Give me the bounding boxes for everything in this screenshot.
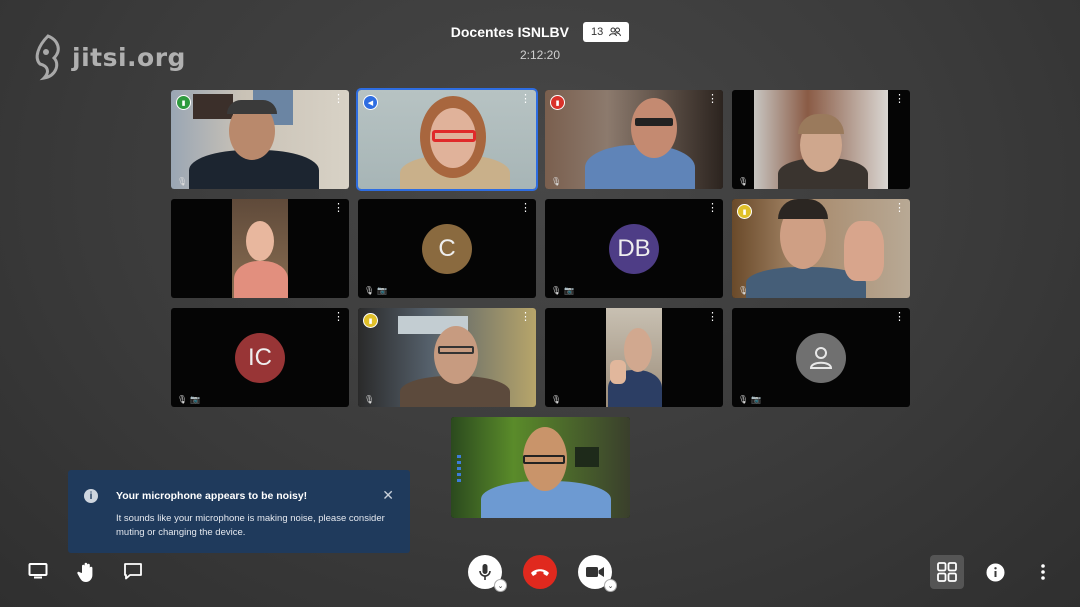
tile-menu-icon[interactable]: ⋮ — [333, 312, 344, 323]
notification-title: Your microphone appears to be noisy! — [116, 490, 308, 502]
participant-avatar: IC — [235, 332, 285, 383]
participant-tile[interactable]: ⋮ 🎙 📷 — [732, 308, 910, 407]
mic-muted-icon: 🎙 — [551, 395, 562, 404]
participant-tile[interactable]: ▮ ⋮ 🎙 — [358, 308, 536, 407]
tile-menu-icon[interactable]: ⋮ — [894, 94, 905, 105]
local-video-tile[interactable] — [451, 417, 630, 518]
mic-muted-icon: 🎙 — [551, 177, 562, 186]
participant-tile-active-speaker[interactable]: ◀ ⋮ — [356, 88, 538, 191]
camera-off-icon: 📷 — [377, 286, 388, 295]
participant-tile[interactable]: DB ⋮ 🎙 📷 — [545, 199, 723, 298]
meeting-timer: 2:12:20 — [519, 48, 561, 62]
participant-count-badge[interactable]: 13 — [583, 22, 630, 42]
screen-share-button[interactable] — [27, 560, 49, 582]
tile-menu-icon[interactable]: ⋮ — [707, 203, 718, 214]
participant-avatar: C — [422, 223, 472, 274]
participant-tile[interactable]: ▮ ⋮ 🎙 — [171, 90, 349, 189]
chevron-down-icon[interactable]: ⌄ — [494, 579, 507, 592]
more-options-icon — [1041, 564, 1045, 580]
info-icon: i — [84, 489, 98, 503]
participant-video — [358, 308, 536, 407]
mic-muted-icon: 🎙 — [738, 395, 749, 404]
raise-hand-icon — [77, 562, 93, 582]
info-icon — [986, 563, 1004, 581]
camera-off-icon: 📷 — [564, 286, 575, 295]
mic-muted-icon: 🎙 — [738, 177, 749, 186]
chevron-down-icon[interactable]: ⌄ — [604, 579, 617, 592]
notification-message: It sounds like your microphone is making… — [116, 513, 385, 538]
participant-video — [754, 90, 888, 189]
tile-menu-icon[interactable]: ⋮ — [707, 94, 718, 105]
camera-button[interactable]: ⌄ — [578, 555, 617, 592]
mic-muted-icon: 🎙 — [177, 177, 188, 186]
tile-menu-icon[interactable]: ⋮ — [520, 312, 531, 323]
participant-tile[interactable]: ⋮ — [171, 199, 349, 298]
chat-button[interactable] — [122, 560, 144, 582]
participant-video — [171, 90, 349, 189]
tile-view-icon — [937, 562, 957, 582]
participant-tile[interactable]: ⋮ 🎙 — [732, 90, 910, 189]
camera-off-icon: 📷 — [751, 395, 762, 404]
participant-video — [545, 90, 723, 189]
mic-muted-icon: 🎙 — [738, 286, 749, 295]
tile-menu-icon[interactable]: ⋮ — [333, 94, 344, 105]
participant-video — [732, 199, 910, 298]
microphone-icon — [479, 564, 491, 580]
participant-count: 13 — [591, 26, 604, 38]
tile-menu-icon[interactable]: ⋮ — [707, 312, 718, 323]
participants-icon — [609, 27, 622, 37]
participant-tile[interactable]: C ⋮ 🎙 📷 — [358, 199, 536, 298]
mic-muted-icon: 🎙 — [364, 286, 375, 295]
meeting-header: Docentes ISNLBV 13 2:12:20 — [0, 22, 1080, 62]
participant-video — [232, 199, 288, 298]
connection-indicator-icon[interactable]: ▮ — [550, 95, 565, 110]
more-options-button[interactable] — [1035, 562, 1051, 582]
chat-icon — [124, 563, 142, 580]
noisy-mic-notification: i Your microphone appears to be noisy! I… — [68, 470, 410, 553]
participant-video — [358, 90, 536, 189]
tile-menu-icon[interactable]: ⋮ — [520, 94, 531, 105]
hangup-icon — [531, 569, 549, 576]
tile-menu-icon[interactable]: ⋮ — [520, 203, 531, 214]
close-icon[interactable]: ✕ — [382, 487, 394, 504]
hangup-button[interactable] — [523, 555, 557, 589]
participant-tile[interactable]: ▮ ⋮ 🎙 — [545, 90, 723, 189]
connection-indicator-icon[interactable]: ▮ — [363, 313, 378, 328]
participant-tile[interactable]: ⋮ 🎙 — [545, 308, 723, 407]
local-video — [451, 417, 630, 518]
info-button[interactable] — [985, 562, 1005, 582]
screen-share-icon — [28, 563, 48, 579]
participant-video — [606, 308, 662, 407]
participant-tile[interactable]: ▮ ⋮ 🎙 — [732, 199, 910, 298]
meeting-title: Docentes ISNLBV — [450, 24, 569, 40]
mic-muted-icon: 🎙 — [364, 395, 375, 404]
raise-hand-button[interactable] — [76, 560, 98, 584]
tile-menu-icon[interactable]: ⋮ — [333, 203, 344, 214]
participant-avatar — [796, 332, 846, 383]
tile-menu-icon[interactable]: ⋮ — [894, 203, 905, 214]
microphone-button[interactable]: ⌄ — [468, 555, 507, 592]
camera-off-icon: 📷 — [190, 395, 201, 404]
mic-muted-icon: 🎙 — [177, 395, 188, 404]
camera-icon — [586, 567, 604, 577]
connection-indicator-icon[interactable]: ▮ — [176, 95, 191, 110]
participant-avatar: DB — [609, 223, 659, 274]
default-user-icon — [809, 346, 833, 369]
tile-view-button[interactable] — [930, 555, 964, 589]
connection-indicator-icon[interactable]: ◀ — [363, 95, 378, 110]
participant-tile[interactable]: IC ⋮ 🎙 📷 — [171, 308, 349, 407]
connection-indicator-icon[interactable]: ▮ — [737, 204, 752, 219]
mic-muted-icon: 🎙 — [551, 286, 562, 295]
tile-menu-icon[interactable]: ⋮ — [894, 312, 905, 323]
